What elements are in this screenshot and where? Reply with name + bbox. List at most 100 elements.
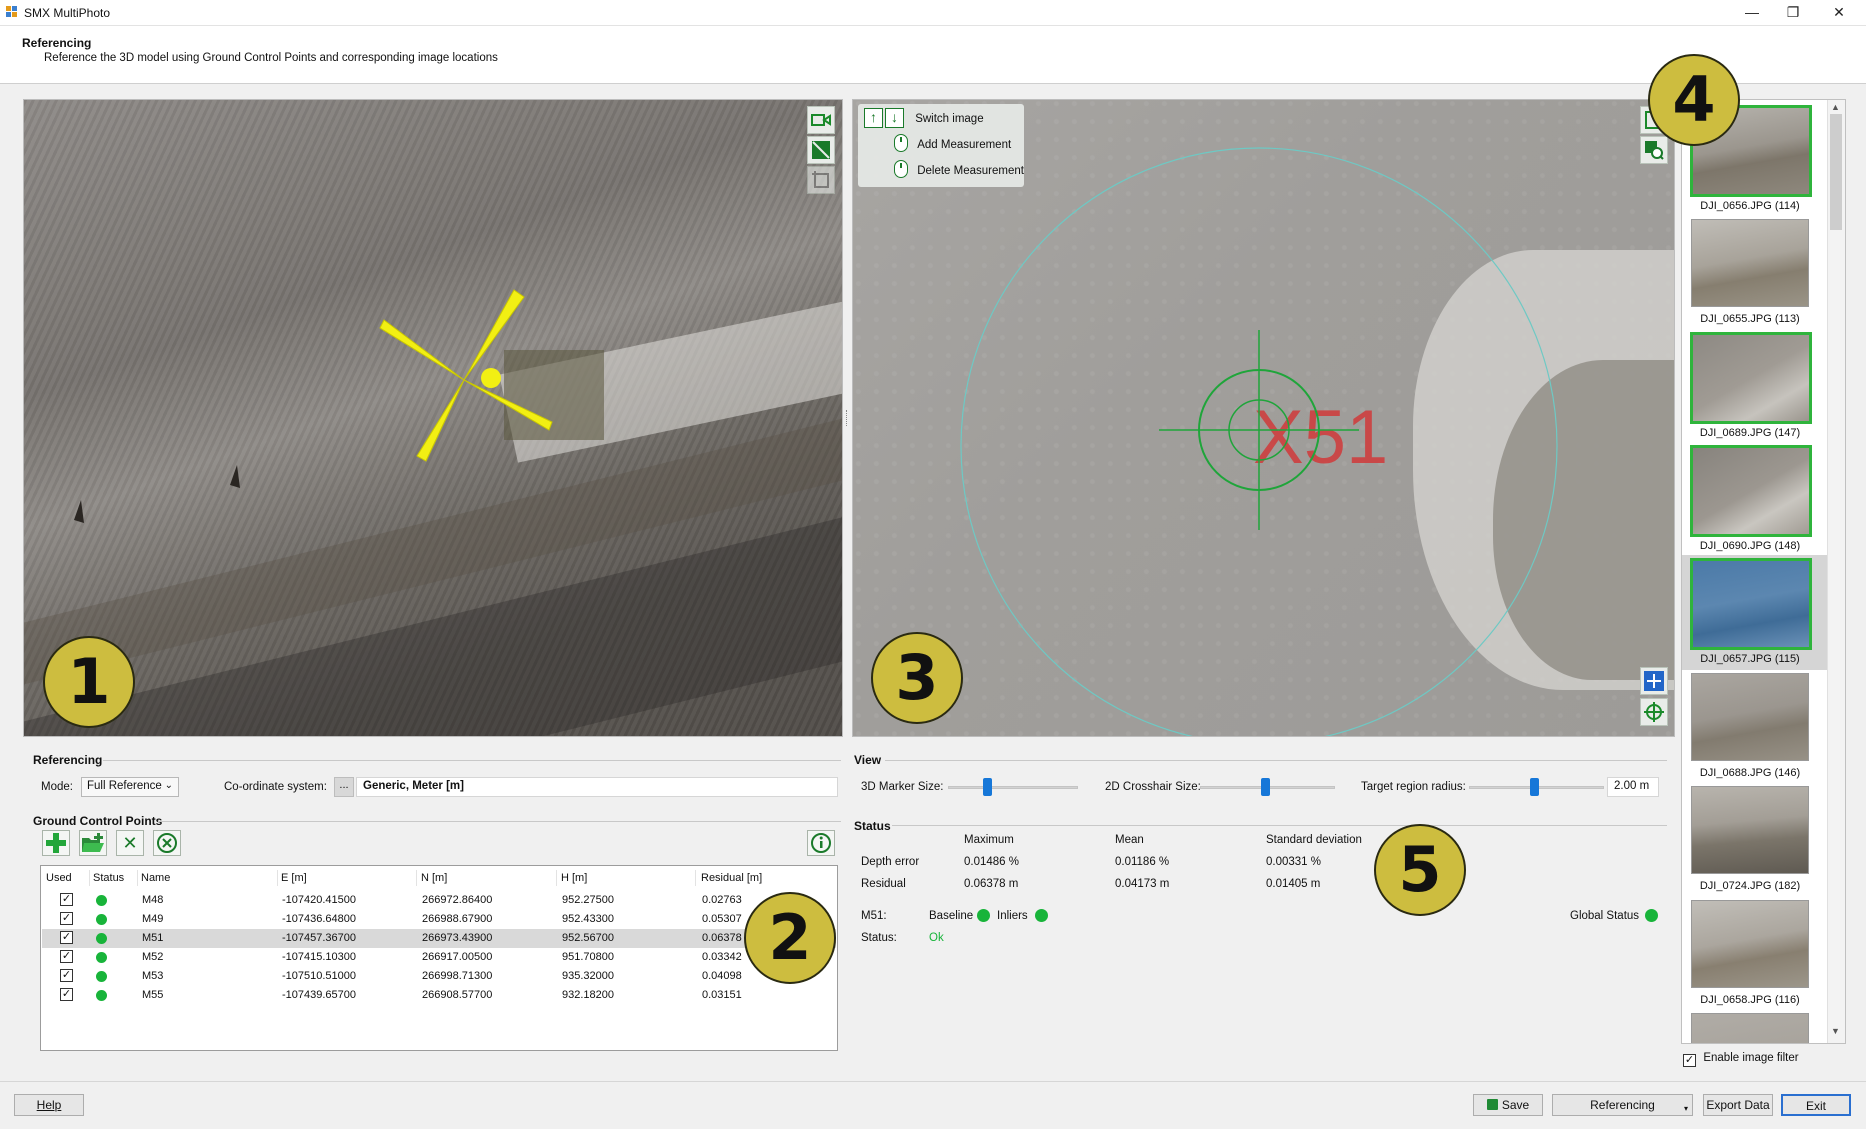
depth-error-max: 0.01486 %	[964, 856, 1019, 868]
image-thumbnail-list[interactable]: DJI_0656.JPG (114) DJI_0655.JPG (113) DJ…	[1681, 99, 1846, 1044]
marker-size-slider-handle[interactable]	[983, 778, 992, 796]
inliers-indicator	[1035, 909, 1048, 923]
cone-marker	[230, 465, 240, 488]
thumbnail-item[interactable]	[1687, 555, 1813, 651]
thumbnail-scrollbar-thumb[interactable]	[1830, 114, 1842, 230]
column-header-used[interactable]: Used	[46, 872, 72, 884]
thumbnail-item[interactable]	[1687, 215, 1813, 311]
close-button[interactable]: ✕	[1816, 0, 1862, 26]
exit-button[interactable]: Exit	[1781, 1094, 1851, 1116]
clear-gcps-button[interactable]	[153, 830, 181, 856]
status-indicator	[96, 952, 107, 963]
thumbnail-image	[1690, 445, 1812, 537]
arrow-up-icon: ↑	[864, 108, 883, 128]
column-header-n[interactable]: N [m]	[421, 872, 447, 884]
marker-size-slider[interactable]	[948, 786, 1078, 789]
used-checkbox[interactable]: ✓	[60, 950, 73, 963]
used-checkbox[interactable]: ✓	[60, 988, 73, 1001]
thumbnail-label: DJI_0656.JPG (114)	[1700, 200, 1800, 212]
info-icon	[811, 833, 831, 853]
thumbnail-item[interactable]	[1687, 669, 1813, 765]
enable-image-filter[interactable]: ✓ Enable image filter	[1683, 1050, 1799, 1067]
target-radius-field[interactable]: 2.00 m	[1607, 777, 1659, 797]
coordinate-system-browse-button[interactable]: ...	[334, 777, 354, 797]
cell-name: M51	[142, 932, 164, 944]
remove-gcp-button[interactable]: ✕	[116, 830, 144, 856]
legend-delete-measurement: Delete Measurement	[894, 160, 1024, 181]
3d-model-viewer[interactable]	[23, 99, 843, 737]
used-checkbox[interactable]: ✓	[60, 969, 73, 982]
section-divider	[158, 821, 841, 822]
column-header-name[interactable]: Name	[141, 872, 170, 884]
crosshair-size-label: 2D Crosshair Size:	[1105, 781, 1201, 793]
help-button[interactable]: Help	[14, 1094, 84, 1116]
splitter-handle[interactable]	[846, 410, 849, 426]
thumbnail-item[interactable]	[1687, 782, 1813, 878]
locate-target-button[interactable]	[1640, 698, 1668, 726]
referencing-menu-button[interactable]: Referencing ▾	[1552, 1094, 1693, 1116]
export-data-button[interactable]: Export Data	[1703, 1094, 1773, 1116]
scroll-down-icon[interactable]: ▼	[1831, 1026, 1840, 1036]
cell-name: M49	[142, 913, 164, 925]
cell-name: M48	[142, 894, 164, 906]
target-radius-slider-handle[interactable]	[1529, 778, 1539, 796]
minimize-button[interactable]: —	[1729, 0, 1775, 26]
column-separator	[89, 870, 90, 886]
column-header-residual[interactable]: Residual [m]	[701, 872, 762, 884]
table-row[interactable]: ✓ M53 -107510.51000 266998.71300 935.320…	[42, 967, 836, 986]
thumbnail-scrollbar[interactable]: ▲ ▼	[1827, 100, 1845, 1043]
toggle-texture-button[interactable]	[807, 136, 835, 164]
column-header-e[interactable]: E [m]	[281, 872, 307, 884]
ground-marker-paint: X51	[1253, 395, 1388, 480]
column-header-h[interactable]: H [m]	[561, 872, 587, 884]
import-gcp-button[interactable]	[79, 830, 107, 856]
used-checkbox[interactable]: ✓	[60, 893, 73, 906]
page-subtitle: Reference the 3D model using Ground Cont…	[44, 52, 498, 64]
thumbnail-item[interactable]	[1687, 442, 1813, 538]
status-indicator	[96, 971, 107, 982]
add-gcp-button[interactable]	[42, 830, 70, 856]
status-label: Status:	[861, 932, 897, 944]
plus-icon	[46, 833, 66, 853]
used-checkbox[interactable]: ✓	[60, 931, 73, 944]
scroll-up-icon[interactable]: ▲	[1831, 102, 1840, 112]
gcp-info-button[interactable]	[807, 830, 835, 856]
table-row[interactable]: ✓ M48 -107420.41500 266972.86400 952.275…	[42, 891, 836, 910]
crosshair-size-slider-handle[interactable]	[1260, 778, 1270, 796]
table-row[interactable]: ✓ M49 -107436.64800 266988.67900 952.433…	[42, 910, 836, 929]
chevron-down-icon: ▾	[1683, 1104, 1688, 1113]
mode-label: Mode:	[41, 781, 73, 793]
gcp-3d-marker	[379, 289, 553, 462]
thumbnail-label: DJI_0657.JPG (115)	[1700, 653, 1800, 665]
column-separator	[556, 870, 557, 886]
3d-marker-overlay	[74, 289, 553, 523]
crop-view-button[interactable]	[807, 166, 835, 194]
cell-n: 266908.57700	[422, 989, 493, 1001]
cell-h: 952.27500	[562, 894, 614, 906]
camera-view-button[interactable]	[807, 106, 835, 134]
residual-max: 0.06378 m	[964, 878, 1019, 890]
thumbnail-item[interactable]	[1687, 896, 1813, 992]
thumbnail-image	[1691, 673, 1809, 761]
table-row-selected[interactable]: ✓ M51 -107457.36700 266973.43900 952.567…	[42, 929, 836, 948]
thumbnail-item[interactable]	[1687, 329, 1813, 425]
open-folder-icon	[82, 833, 104, 852]
save-button[interactable]: Save	[1473, 1094, 1543, 1116]
thumbnail-item[interactable]	[1687, 1009, 1813, 1043]
coordinate-system-field[interactable]: Generic, Meter [m]	[356, 777, 838, 797]
enable-image-filter-checkbox[interactable]: ✓	[1683, 1054, 1696, 1067]
restore-button[interactable]: ❐	[1770, 0, 1816, 26]
zoom-image-button[interactable]	[1640, 136, 1668, 164]
used-checkbox[interactable]: ✓	[60, 912, 73, 925]
table-row[interactable]: ✓ M55 -107439.65700 266908.57700 932.182…	[42, 986, 836, 1005]
column-header-status[interactable]: Status	[93, 872, 124, 884]
cell-name: M52	[142, 951, 164, 963]
gcp-table[interactable]: Used Status Name E [m] N [m] H [m] Resid…	[40, 865, 838, 1051]
table-row[interactable]: ✓ M52 -107415.10300 266917.00500 951.708…	[42, 948, 836, 967]
callout-badge-3: 3	[871, 632, 963, 724]
image-viewer[interactable]: X51	[852, 99, 1675, 737]
image-viewer-legend: ↑ ↓ Switch image Add Measurement Delete M…	[858, 104, 1024, 187]
center-crosshair-button[interactable]	[1640, 667, 1668, 695]
thumbnail-label: DJI_0688.JPG (146)	[1699, 767, 1801, 779]
mode-select[interactable]: Full Reference ⌄	[81, 777, 179, 797]
